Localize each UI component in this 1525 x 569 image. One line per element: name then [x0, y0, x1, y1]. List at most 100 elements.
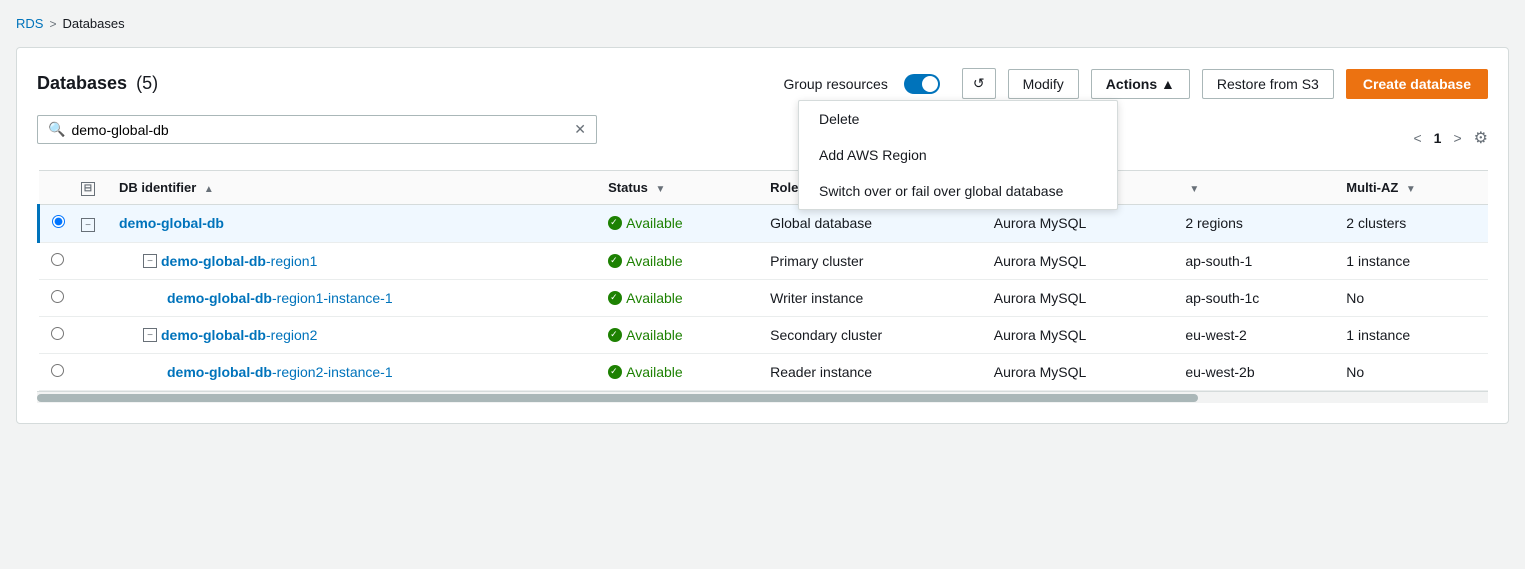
- expand-cell: [69, 354, 107, 391]
- tree-line: − demo-global-db-region2: [143, 327, 584, 343]
- row-radio[interactable]: [52, 215, 65, 228]
- table-row: − demo-global-db-region2 Available: [39, 317, 1489, 354]
- status-badge: Available: [608, 215, 746, 231]
- expand-cell[interactable]: [69, 243, 107, 280]
- db-identifier-link[interactable]: demo-global-db: [119, 215, 224, 231]
- main-panel: Databases (5) Group resources ↺ Modify A…: [16, 47, 1509, 424]
- page-wrapper: RDS > Databases Databases (5) Group reso…: [0, 0, 1525, 569]
- engine-cell: Aurora MySQL: [982, 317, 1174, 354]
- expand-icon[interactable]: −: [81, 218, 95, 232]
- radio-cell[interactable]: [39, 204, 70, 243]
- db-identifier-link[interactable]: demo-global-db-region2-instance-1: [167, 364, 393, 380]
- breadcrumb-separator: >: [49, 17, 56, 31]
- dropdown-item-switchover[interactable]: Switch over or fail over global database: [799, 173, 1117, 209]
- dropdown-item-delete[interactable]: Delete: [799, 101, 1117, 137]
- db-identifier-link[interactable]: demo-global-db-region1-instance-1: [167, 290, 393, 306]
- expand-cell[interactable]: [69, 317, 107, 354]
- panel-header: Databases (5) Group resources ↺ Modify A…: [37, 68, 1488, 99]
- sort-icon-size: ▼: [1189, 184, 1199, 195]
- clear-icon[interactable]: ✕: [574, 121, 586, 138]
- table-row: − demo-global-db Available Global databa…: [39, 204, 1489, 243]
- table-row: − demo-global-db-region1 Available: [39, 243, 1489, 280]
- radio-cell[interactable]: [39, 354, 70, 391]
- search-input[interactable]: [71, 122, 574, 138]
- status-badge: Available: [608, 253, 746, 269]
- expand-cell: [69, 280, 107, 317]
- th-status[interactable]: Status ▼: [596, 171, 758, 205]
- db-identifier-link[interactable]: demo-global-db-region1: [161, 253, 317, 269]
- status-check-icon: [608, 254, 622, 268]
- refresh-button[interactable]: ↺: [962, 68, 996, 99]
- db-identifier-link[interactable]: demo-global-db-region2: [161, 327, 317, 343]
- prev-page-button[interactable]: <: [1409, 128, 1425, 148]
- status-cell: Available: [596, 204, 758, 243]
- status-badge: Available: [608, 327, 746, 343]
- radio-cell[interactable]: [39, 243, 70, 280]
- db-identifier-cell: − demo-global-db-region2: [107, 317, 596, 354]
- restore-s3-button[interactable]: Restore from S3: [1202, 69, 1334, 99]
- multiaz-cell: No: [1334, 280, 1488, 317]
- db-identifier-cell: − demo-global-db-region1: [107, 243, 596, 280]
- expand-icon[interactable]: −: [143, 328, 157, 342]
- breadcrumb-current: Databases: [62, 16, 124, 31]
- expand-all-icon[interactable]: ⊟: [81, 182, 95, 196]
- th-radio: [39, 171, 70, 205]
- status-check-icon: [608, 328, 622, 342]
- engine-cell: Aurora MySQL: [982, 243, 1174, 280]
- status-cell: Available: [596, 243, 758, 280]
- engine-cell: Aurora MySQL: [982, 354, 1174, 391]
- breadcrumb: RDS > Databases: [16, 16, 1509, 31]
- row-radio[interactable]: [51, 290, 64, 303]
- expand-icon[interactable]: −: [143, 254, 157, 268]
- multiaz-cell: 2 clusters: [1334, 204, 1488, 243]
- role-cell: Primary cluster: [758, 243, 982, 280]
- group-resources-toggle[interactable]: [904, 74, 940, 94]
- create-database-button[interactable]: Create database: [1346, 69, 1488, 99]
- tree-line: − demo-global-db-region1: [143, 253, 584, 269]
- size-cell: eu-west-2b: [1173, 354, 1334, 391]
- th-expand: ⊟: [69, 171, 107, 205]
- multiaz-cell: No: [1334, 354, 1488, 391]
- role-cell: Reader instance: [758, 354, 982, 391]
- page-number: 1: [1434, 130, 1442, 146]
- size-cell: eu-west-2: [1173, 317, 1334, 354]
- settings-button[interactable]: ⚙: [1474, 128, 1488, 148]
- row-radio[interactable]: [51, 364, 64, 377]
- expand-cell[interactable]: −: [69, 204, 107, 243]
- group-resources-label: Group resources: [784, 76, 888, 92]
- radio-cell[interactable]: [39, 280, 70, 317]
- breadcrumb-rds[interactable]: RDS: [16, 16, 43, 31]
- db-identifier-cell: demo-global-db: [107, 204, 596, 243]
- status-badge: Available: [608, 290, 746, 306]
- row-radio[interactable]: [51, 253, 64, 266]
- status-cell: Available: [596, 317, 758, 354]
- size-cell: 2 regions: [1173, 204, 1334, 243]
- table-container: ⊟ DB identifier ▲ Status ▼ Role ▼ Engine: [37, 170, 1488, 403]
- next-page-button[interactable]: >: [1449, 128, 1465, 148]
- multiaz-cell: 1 instance: [1334, 317, 1488, 354]
- role-cell: Secondary cluster: [758, 317, 982, 354]
- actions-dropdown: Delete Add AWS Region Switch over or fai…: [798, 100, 1118, 210]
- size-cell: ap-south-1: [1173, 243, 1334, 280]
- search-bar: 🔍 ✕: [37, 115, 597, 144]
- pagination-controls: < 1 > ⚙: [1409, 128, 1488, 148]
- table-row: demo-global-db-region2-instance-1 Availa…: [39, 354, 1489, 391]
- role-cell: Writer instance: [758, 280, 982, 317]
- row-radio[interactable]: [51, 327, 64, 340]
- th-db-identifier[interactable]: DB identifier ▲: [107, 171, 596, 205]
- status-check-icon: [608, 216, 622, 230]
- sort-icon-multiaz: ▼: [1406, 184, 1416, 195]
- refresh-icon: ↺: [973, 75, 985, 92]
- th-multiaz[interactable]: Multi-AZ ▼: [1334, 171, 1488, 205]
- dropdown-item-add-region[interactable]: Add AWS Region: [799, 137, 1117, 173]
- table-row: demo-global-db-region1-instance-1 Availa…: [39, 280, 1489, 317]
- horizontal-scrollbar[interactable]: [37, 391, 1488, 403]
- radio-cell[interactable]: [39, 317, 70, 354]
- actions-button[interactable]: Actions ▲: [1091, 69, 1190, 99]
- engine-cell: Aurora MySQL: [982, 280, 1174, 317]
- modify-button[interactable]: Modify: [1008, 69, 1079, 99]
- size-cell: ap-south-1c: [1173, 280, 1334, 317]
- scrollbar-thumb[interactable]: [37, 394, 1198, 402]
- th-size[interactable]: ▼: [1173, 171, 1334, 205]
- status-badge: Available: [608, 364, 746, 380]
